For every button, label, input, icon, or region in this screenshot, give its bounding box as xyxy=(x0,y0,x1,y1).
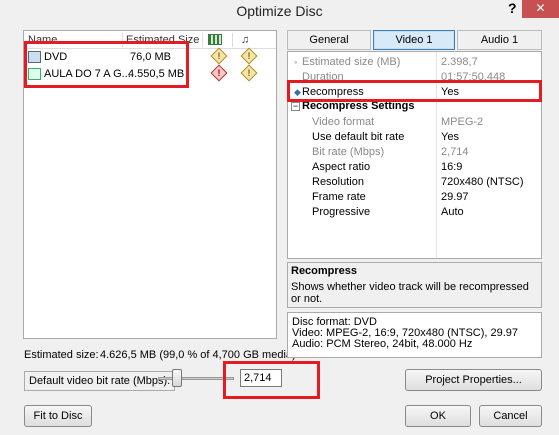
close-button[interactable]: ✕ xyxy=(522,0,559,18)
tab-video-1[interactable]: Video 1 xyxy=(373,30,455,50)
help-button[interactable]: ? xyxy=(508,0,517,16)
ok-button[interactable]: OK xyxy=(405,405,471,427)
file-list[interactable]: Name Estimated Size ♫ DVD 76,0 MB ! ! AU… xyxy=(23,30,277,339)
item-size: 4.550,5 MB xyxy=(128,68,185,80)
fit-to-disc-button[interactable]: Fit to Disc xyxy=(24,405,92,427)
property-bit-rate: Bit rate (Mbps) 2,714 xyxy=(312,146,469,158)
video-file-icon xyxy=(28,68,41,80)
description-text: Shows whether video track will be recomp… xyxy=(291,281,529,305)
audio-warning-icon: ! xyxy=(240,47,258,65)
item-name: DVD xyxy=(44,51,68,63)
estimated-size-summary: Estimated size: 4.626,5 MB (99,0 % of 4,… xyxy=(24,349,296,361)
collapse-icon[interactable]: − xyxy=(291,102,300,111)
list-item-dvd[interactable]: DVD 76,0 MB ! ! xyxy=(24,47,276,66)
disc-icon xyxy=(28,51,41,63)
column-size-header[interactable]: Estimated Size xyxy=(126,34,199,46)
title-bar: Optimize Disc ? ✕ xyxy=(0,0,559,24)
video-warning-icon: ! xyxy=(210,47,228,65)
property-estimated-size: ◦ Estimated size (MB) 2.398,7 xyxy=(294,56,478,68)
property-resolution[interactable]: Resolution 720x480 (NTSC) xyxy=(288,175,541,190)
selected-bullet-icon: ◆ xyxy=(294,87,301,97)
properties-grid[interactable]: ◦ Estimated size (MB) 2.398,7 Duration 0… xyxy=(287,51,542,259)
file-list-header: Name Estimated Size ♫ xyxy=(24,31,276,49)
list-item-title[interactable]: AULA DO 7 A G... 4.550,5 MB ! ! xyxy=(24,64,276,83)
property-video-format: Video format MPEG-2 xyxy=(312,116,484,128)
bitrate-label: Default video bit rate (Mbps): xyxy=(24,371,176,391)
tab-general[interactable]: General xyxy=(287,30,371,50)
window-title: Optimize Disc xyxy=(236,3,323,19)
tab-bar: General Video 1 Audio 1 xyxy=(287,30,542,50)
disc-info-panel: Disc format: DVD Video: MPEG-2, 16:9, 72… xyxy=(287,312,542,358)
item-name: AULA DO 7 A G... xyxy=(44,68,131,80)
property-frame-rate[interactable]: Frame rate 29.97 xyxy=(288,190,541,205)
property-progressive[interactable]: Progressive Auto xyxy=(288,205,541,220)
property-recompress[interactable]: ◆ Recompress Yes xyxy=(288,85,541,100)
video-column-icon xyxy=(208,34,222,45)
property-description: Recompress Shows whether video track wil… xyxy=(287,262,542,308)
tab-audio-1[interactable]: Audio 1 xyxy=(457,30,542,50)
property-use-default-bitrate[interactable]: Use default bit rate Yes xyxy=(288,130,541,145)
property-aspect-ratio[interactable]: Aspect ratio 16:9 xyxy=(288,160,541,175)
audio-warning-icon: ! xyxy=(240,64,258,82)
bitrate-slider-thumb[interactable] xyxy=(172,369,182,387)
audio-column-icon: ♫ xyxy=(241,34,250,46)
project-properties-button[interactable]: Project Properties... xyxy=(405,369,542,391)
audio-info-line: Audio: PCM Stereo, 24bit, 48.000 Hz xyxy=(292,338,473,350)
cancel-button[interactable]: Cancel xyxy=(479,405,542,427)
property-duration: Duration 01:57:50.448 xyxy=(302,71,506,83)
bitrate-slider-track[interactable] xyxy=(158,377,234,380)
item-size: 76,0 MB xyxy=(130,51,171,63)
bitrate-input[interactable] xyxy=(240,369,282,387)
section-recompress-settings[interactable]: − Recompress Settings xyxy=(288,100,541,114)
recompress-value: Yes xyxy=(441,86,459,98)
video-error-icon: ! xyxy=(210,64,228,82)
column-name-header[interactable]: Name xyxy=(28,34,57,46)
estimated-size-label: Estimated size: xyxy=(24,349,99,361)
description-title: Recompress xyxy=(291,265,358,277)
estimated-size-value: 4.626,5 MB (99,0 % of 4,700 GB media) xyxy=(100,349,296,361)
